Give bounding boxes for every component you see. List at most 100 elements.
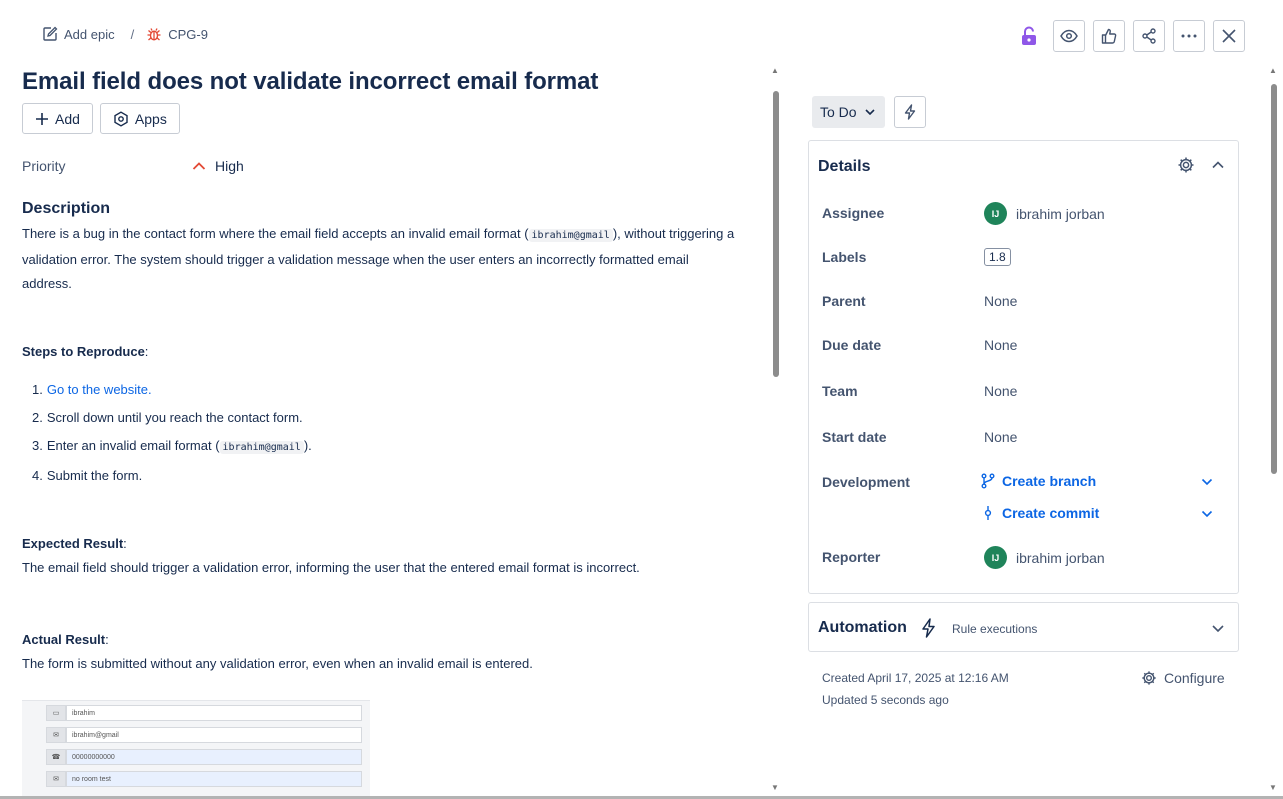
list-item: 1. Go to the website. — [32, 376, 312, 404]
gear-icon[interactable] — [1177, 156, 1195, 174]
parent-label: Parent — [822, 293, 866, 309]
expected-heading: Expected Result: — [22, 536, 127, 551]
main-scrollbar[interactable]: ▲ ▼ — [768, 66, 782, 799]
sidebar-scrollbar[interactable]: ▲ ▼ — [1266, 66, 1280, 799]
apps-icon — [114, 110, 128, 127]
share-icon — [1142, 28, 1156, 44]
description-heading: Description — [22, 200, 111, 217]
chevron-down-icon[interactable] — [1209, 619, 1227, 637]
labels-field[interactable]: 1.8 — [984, 248, 1011, 266]
step-text-part: Enter an invalid email format ( — [46, 438, 220, 453]
more-icon — [1181, 34, 1197, 38]
priority-field[interactable]: High — [192, 158, 244, 174]
reporter-label: Reporter — [822, 549, 881, 565]
steps-heading: Steps to Reproduce: — [22, 344, 149, 359]
attachment-field: 00000000000 — [66, 749, 362, 765]
attachment-field: ibrahim@gmail — [66, 727, 362, 743]
automation-title: Automation — [818, 619, 907, 636]
chevron-up-icon[interactable] — [1209, 156, 1227, 174]
reporter-name: ibrahim jorban — [1016, 549, 1105, 566]
parent-value[interactable]: None — [984, 293, 1017, 309]
team-label: Team — [822, 383, 858, 399]
watch-button[interactable] — [1053, 20, 1085, 52]
attachment-field-row: ☎ 00000000000 — [46, 749, 362, 765]
label-chip[interactable]: 1.8 — [984, 248, 1011, 266]
avatar: IJ — [984, 546, 1007, 569]
restrictions-button[interactable] — [1013, 20, 1045, 52]
share-button[interactable] — [1133, 20, 1165, 52]
create-branch-label: Create branch — [1002, 473, 1097, 489]
issue-key-link[interactable]: CPG-9 — [146, 26, 208, 42]
step-number: 1. — [32, 382, 43, 397]
team-value[interactable]: None — [984, 383, 1017, 399]
close-icon — [1222, 29, 1236, 43]
start-date-value[interactable]: None — [984, 429, 1017, 445]
vote-button[interactable] — [1093, 20, 1125, 52]
configure-label: Configure — [1164, 670, 1225, 686]
step-text: Enter an invalid email format (ibrahim@g… — [47, 432, 312, 462]
envelope-icon: ✉ — [46, 771, 66, 787]
breadcrumb-separator: / — [130, 26, 135, 42]
configure-button[interactable]: Configure — [1141, 670, 1225, 686]
priority-high-icon — [192, 162, 206, 170]
updated-timestamp: Updated 5 seconds ago — [822, 693, 949, 707]
apps-button[interactable]: Apps — [99, 103, 180, 134]
chevron-down-icon — [865, 109, 875, 115]
actual-heading: Actual Result: — [22, 632, 109, 647]
step-text-part: ). — [303, 438, 312, 453]
due-date-value[interactable]: None — [984, 337, 1017, 353]
attachment-field-row: ✉ ibrahim@gmail — [46, 727, 362, 743]
attachment-field-row: ▭ ibrahim — [46, 705, 362, 721]
breadcrumb: Add epic / CPG-9 — [42, 26, 208, 42]
more-actions-button[interactable] — [1173, 20, 1205, 52]
scrollbar-thumb[interactable] — [1271, 84, 1277, 474]
expected-text: The email field should trigger a validat… — [22, 560, 640, 575]
reporter-field[interactable]: IJ ibrahim jorban — [984, 546, 1105, 569]
step-number: 2. — [32, 410, 43, 425]
commit-icon — [984, 506, 992, 520]
step-number: 3. — [32, 438, 43, 453]
due-date-label: Due date — [822, 337, 882, 353]
add-button-label: Add — [55, 110, 80, 127]
thumbs-up-icon — [1101, 28, 1117, 44]
inline-code: ibrahim@gmail — [528, 229, 613, 242]
assignee-field[interactable]: IJ ibrahim jorban — [984, 202, 1105, 225]
id-card-icon: ▭ — [46, 705, 66, 721]
scrollbar-thumb[interactable] — [773, 91, 779, 377]
website-link[interactable]: Go to the website. — [47, 376, 152, 404]
scroll-down-icon[interactable]: ▼ — [771, 783, 779, 792]
chevron-down-icon[interactable] — [1201, 478, 1213, 486]
create-commit-link[interactable]: Create commit — [981, 505, 1099, 521]
close-button[interactable] — [1213, 20, 1245, 52]
priority-label: Priority — [22, 158, 66, 174]
automation-panel[interactable]: Automation Rule executions — [808, 602, 1239, 652]
priority-value: High — [215, 158, 244, 174]
steps-list: 1. Go to the website. 2. Scroll down until… — [32, 376, 312, 490]
chevron-down-icon[interactable] — [1201, 510, 1213, 518]
list-item: 4. Submit the form. — [32, 462, 312, 490]
labels-label: Labels — [822, 249, 867, 265]
scroll-down-icon[interactable]: ▼ — [1269, 783, 1277, 792]
unlock-icon — [1022, 26, 1036, 45]
expected-heading-text: Expected Result — [22, 536, 124, 551]
edit-icon — [43, 26, 58, 41]
actual-heading-text: Actual Result — [22, 632, 106, 647]
actions-button[interactable] — [893, 96, 926, 128]
attachment-field: no room test — [66, 771, 362, 787]
status-dropdown[interactable]: To Do — [812, 96, 885, 128]
add-epic-link[interactable]: Add epic — [42, 26, 115, 42]
lightning-icon — [904, 104, 915, 120]
issue-title[interactable]: Email field does not validate incorrect … — [22, 68, 598, 96]
create-branch-link[interactable]: Create branch — [981, 473, 1096, 489]
attachment-image[interactable]: ▭ ibrahim ✉ ibrahim@gmail ☎ 00000000000 ✉ no… — [22, 700, 370, 799]
apps-button-label: Apps — [134, 110, 167, 127]
scroll-up-icon[interactable]: ▲ — [771, 66, 779, 75]
branch-icon — [981, 473, 995, 489]
status-row: To Do — [812, 96, 926, 128]
scroll-up-icon[interactable]: ▲ — [1269, 66, 1277, 75]
add-button[interactable]: Add — [22, 103, 93, 134]
actual-text: The form is submitted without any valida… — [22, 656, 533, 671]
created-timestamp: Created April 17, 2025 at 12:16 AM — [822, 671, 1009, 685]
issue-key: CPG-9 — [168, 26, 208, 42]
description-text[interactable]: There is a bug in the contact form where… — [22, 222, 742, 296]
